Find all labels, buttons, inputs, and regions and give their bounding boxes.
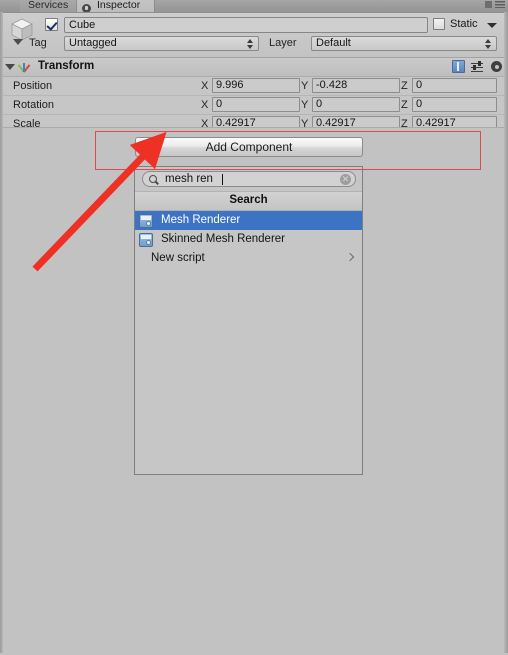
- layer-dropdown[interactable]: Default: [311, 36, 497, 51]
- hamburger-menu-icon[interactable]: [495, 1, 505, 8]
- search-query-text: mesh ren: [165, 173, 213, 185]
- position-y-input[interactable]: -0.428: [312, 78, 400, 93]
- mesh-renderer-icon: [139, 214, 153, 228]
- updown-arrows-icon: [247, 39, 254, 49]
- axis-y-label: Y: [301, 99, 309, 111]
- add-component-button[interactable]: Add Component: [135, 137, 363, 157]
- chevron-right-icon: [345, 252, 355, 262]
- tag-dropdown[interactable]: Untagged: [64, 36, 259, 51]
- position-x-input[interactable]: 9.996: [212, 78, 300, 93]
- popup-search-row: mesh ren ✕: [135, 167, 362, 192]
- help-book-icon[interactable]: [452, 60, 465, 73]
- component-search-input[interactable]: mesh ren ✕: [142, 171, 356, 187]
- axis-z-label: Z: [401, 80, 408, 92]
- list-item-skinned-mesh-renderer[interactable]: Skinned Mesh Renderer: [135, 230, 362, 249]
- transform-component: Transform Position X 9.996 Y -0.428 Z 0 …: [0, 58, 508, 133]
- axis-x-label: X: [201, 99, 209, 111]
- position-label: Position: [13, 80, 53, 92]
- layout-square-icon[interactable]: [485, 1, 492, 8]
- rotation-z-input[interactable]: 0: [412, 97, 497, 112]
- gear-icon[interactable]: [490, 60, 503, 73]
- tab-services-label: Services: [28, 0, 69, 11]
- transform-row-position: Position X 9.996 Y -0.428 Z 0: [0, 77, 508, 96]
- active-checkbox[interactable]: [45, 18, 58, 31]
- list-item-new-script[interactable]: New script: [135, 249, 362, 268]
- panel-right-edge: [504, 12, 508, 653]
- tab-services[interactable]: Services: [20, 0, 78, 12]
- list-item-mesh-renderer[interactable]: Mesh Renderer: [135, 211, 362, 230]
- search-icon: [149, 175, 157, 183]
- tab-inspector-label: Inspector: [97, 0, 141, 11]
- axis-x-label: X: [201, 80, 209, 92]
- add-component-search-popup: mesh ren ✕ Search Mesh Renderer Skinned …: [134, 166, 363, 475]
- foldout-open-icon[interactable]: [5, 64, 15, 70]
- skinned-mesh-renderer-icon: [139, 233, 153, 247]
- axis-z-label: Z: [401, 99, 408, 111]
- layer-value: Default: [316, 37, 351, 49]
- rotation-label: Rotation: [13, 99, 54, 111]
- window-tab-strip: Services Inspector: [0, 0, 508, 12]
- panel-left-edge: [0, 12, 3, 653]
- tag-label: Tag: [29, 37, 47, 49]
- layer-label: Layer: [269, 37, 297, 49]
- object-name-field[interactable]: Cube: [64, 17, 428, 33]
- clear-circle-icon[interactable]: ✕: [340, 174, 351, 185]
- text-caret: [222, 174, 223, 185]
- transform-title: Transform: [38, 60, 95, 72]
- transform-axes-icon: [17, 60, 31, 74]
- static-label: Static: [450, 18, 478, 30]
- axis-y-label: Y: [301, 80, 309, 92]
- search-results-header: Search: [135, 192, 362, 211]
- tab-inspector[interactable]: Inspector: [76, 0, 156, 12]
- list-item-label: Mesh Renderer: [161, 214, 241, 226]
- tab-strip-controls: [485, 1, 505, 8]
- rotation-y-input[interactable]: 0: [312, 97, 400, 112]
- transform-row-rotation: Rotation X 0 Y 0 Z 0: [0, 96, 508, 115]
- object-header: Cube Static Tag Untagged Layer Default: [0, 13, 508, 58]
- rotation-x-input[interactable]: 0: [212, 97, 300, 112]
- updown-arrows-icon: [485, 39, 492, 49]
- transform-tools: [452, 60, 503, 73]
- list-item-label: New script: [151, 252, 205, 264]
- static-dropdown-icon[interactable]: [487, 23, 497, 28]
- preset-icon[interactable]: [471, 60, 484, 73]
- chevron-down-icon[interactable]: [13, 39, 23, 45]
- tag-value: Untagged: [69, 37, 117, 49]
- static-checkbox[interactable]: [433, 18, 445, 30]
- position-z-input[interactable]: 0: [412, 78, 497, 93]
- transform-header[interactable]: Transform: [0, 58, 508, 77]
- lock-icon: [82, 4, 91, 12]
- list-item-label: Skinned Mesh Renderer: [161, 233, 286, 245]
